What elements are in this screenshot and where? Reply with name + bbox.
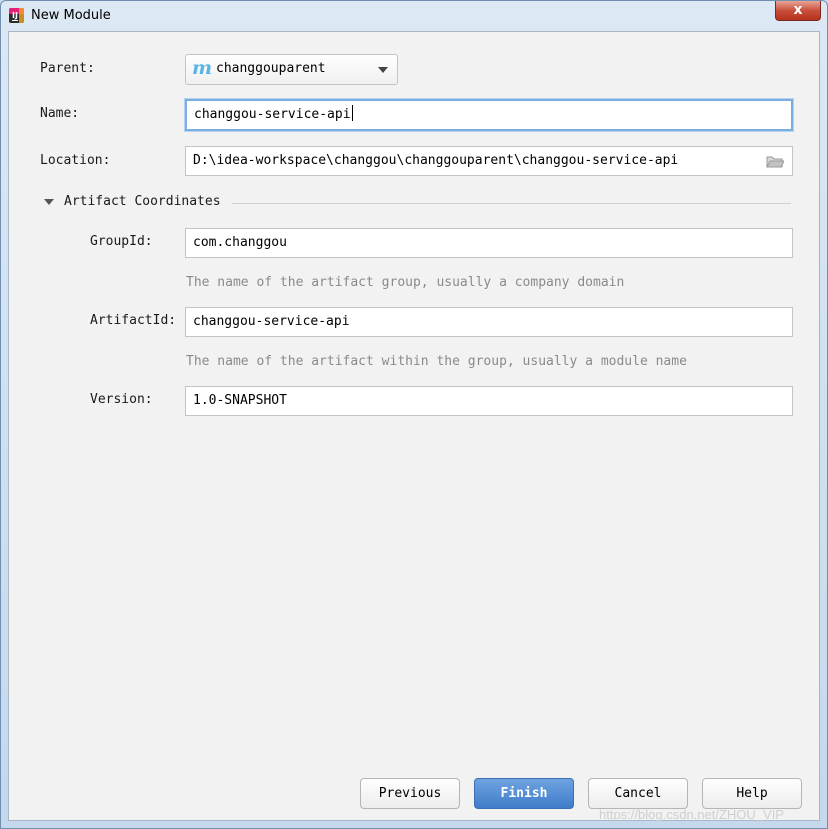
groupid-value: com.changgou [193, 235, 287, 250]
artifact-section-title[interactable]: Artifact Coordinates [64, 194, 221, 209]
finish-button[interactable]: Finish [474, 778, 574, 809]
window-title: New Module [31, 8, 111, 23]
watermark: https://blog.csdn.net/ZHOU_VIP [599, 807, 784, 822]
location-label: Location: [40, 153, 111, 168]
text-caret [351, 105, 353, 121]
artifactid-value: changgou-service-api [193, 314, 350, 329]
previous-button[interactable]: Previous [360, 778, 460, 809]
dialog-content: Parent: m changgouparent Name: changgou-… [8, 31, 820, 822]
maven-module-icon: m [192, 57, 213, 79]
version-label: Version: [90, 392, 153, 407]
artifactid-input[interactable]: changgou-service-api [185, 307, 793, 337]
artifactid-hint: The name of the artifact within the grou… [186, 354, 687, 369]
new-module-dialog: IJ New Module x Parent: m changgouparent… [0, 0, 828, 829]
chevron-down-icon [378, 67, 388, 73]
name-value: changgou-service-api [194, 107, 351, 122]
version-value: 1.0-SNAPSHOT [193, 393, 287, 408]
parent-value: changgouparent [216, 61, 326, 76]
parent-label: Parent: [40, 61, 95, 76]
section-divider [232, 203, 791, 204]
cancel-button[interactable]: Cancel [588, 778, 688, 809]
version-input[interactable]: 1.0-SNAPSHOT [185, 386, 793, 416]
intellij-idea-icon: IJ [9, 8, 24, 23]
location-value: D:\idea-workspace\changgou\changgouparen… [193, 153, 679, 168]
name-label: Name: [40, 106, 80, 121]
artifactid-label: ArtifactId: [90, 313, 177, 328]
collapse-arrow-icon[interactable] [44, 199, 54, 205]
groupid-hint: The name of the artifact group, usually … [186, 275, 625, 290]
location-input[interactable]: D:\idea-workspace\changgou\changgouparen… [185, 146, 793, 176]
help-button[interactable]: Help [702, 778, 802, 809]
parent-dropdown[interactable]: m changgouparent [185, 54, 398, 85]
close-button[interactable]: x [775, 1, 821, 21]
groupid-label: GroupId: [90, 234, 153, 249]
folder-icon[interactable] [766, 155, 784, 168]
title-bar[interactable]: IJ New Module x [1, 1, 827, 31]
groupid-input[interactable]: com.changgou [185, 228, 793, 258]
name-input[interactable]: changgou-service-api [185, 99, 793, 131]
